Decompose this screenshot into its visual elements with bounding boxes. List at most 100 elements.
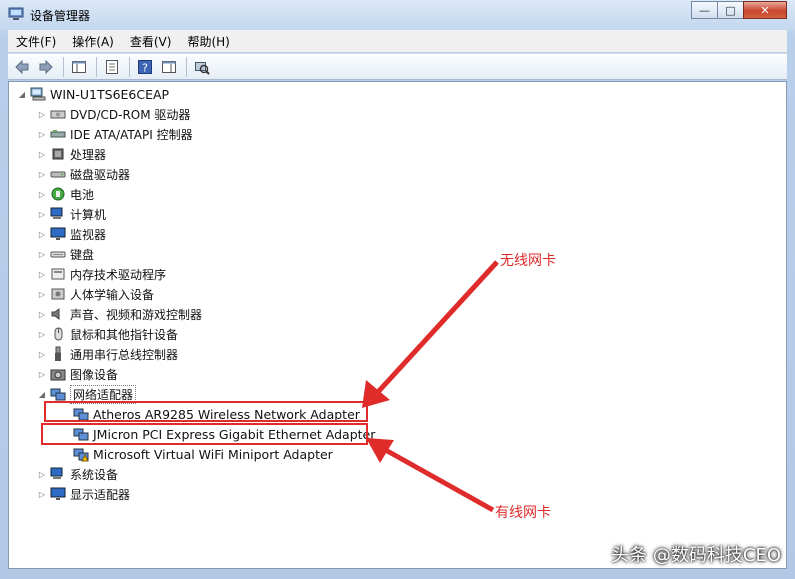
category-label: 电池 — [70, 187, 95, 202]
category-label: 监视器 — [70, 227, 107, 242]
expand-arrow-icon[interactable]: ▷ — [37, 224, 47, 244]
usb-icon — [55, 346, 61, 361]
expand-arrow-icon[interactable]: ▷ — [37, 284, 47, 304]
back-button[interactable] — [12, 57, 32, 77]
forward-button[interactable] — [36, 57, 56, 77]
display-adapter-icon — [50, 487, 66, 500]
toolbar-separator — [129, 56, 130, 77]
device-tree-panel[interactable]: ◢ WIN-U1TS6E6CEAP ▷ DVD/CD-ROM 驱动器 ▷ IDE… — [8, 81, 787, 569]
scan-hardware-button[interactable] — [192, 57, 212, 77]
tree-category[interactable]: ▷ 声音、视频和游戏控制器 — [37, 304, 202, 324]
computer-icon — [50, 207, 63, 219]
category-label: 人体学输入设备 — [70, 287, 155, 302]
title-bar[interactable]: 设备管理器 — □ ✕ — [0, 0, 795, 30]
minimize-button[interactable]: — — [691, 1, 718, 19]
help-icon: ? — [138, 59, 152, 74]
tree-category[interactable]: ▷ 系统设备 — [37, 464, 118, 484]
tree-category[interactable]: ▷ 电池 — [37, 184, 94, 204]
expand-arrow-icon[interactable]: ▷ — [37, 484, 47, 504]
category-label: 磁盘驱动器 — [70, 167, 131, 182]
network-adapter-icon — [50, 388, 66, 401]
tree-category[interactable]: ▷ 计算机 — [37, 204, 106, 224]
expand-arrow-icon[interactable]: ▷ — [37, 364, 47, 384]
tree-category[interactable]: ▷ 内存技术驱动程序 — [37, 264, 166, 284]
category-label: 鼠标和其他指针设备 — [70, 327, 179, 342]
back-icon — [15, 59, 29, 74]
dvd-drive-icon — [50, 110, 66, 119]
processor-icon — [52, 148, 64, 160]
device-manager-window: 设备管理器 — □ ✕ 文件(F) 操作(A) 查看(V) 帮助(H) ? ◢ … — [0, 0, 795, 579]
category-label: 显示适配器 — [70, 487, 131, 502]
memory-tech-icon — [51, 268, 65, 280]
category-label: 处理器 — [70, 147, 107, 162]
expand-arrow-icon[interactable]: ▷ — [37, 104, 47, 124]
expand-arrow-icon[interactable]: ▷ — [37, 204, 47, 224]
expand-arrow-icon[interactable]: ▷ — [37, 324, 47, 344]
tree-category[interactable]: ▷ 监视器 — [37, 224, 106, 244]
device-label: Microsoft Virtual WiFi Miniport Adapter — [93, 446, 333, 462]
tree-category[interactable]: ▷ 键盘 — [37, 244, 94, 264]
category-label: 系统设备 — [70, 467, 119, 482]
mouse-icon — [54, 327, 63, 341]
forward-icon — [39, 59, 53, 74]
system-device-icon — [50, 467, 63, 479]
window-controls: — □ ✕ — [691, 1, 787, 19]
tree-category[interactable]: ▷ 图像设备 — [37, 364, 118, 384]
network-adapter-warning-icon — [73, 448, 89, 462]
menu-action[interactable]: 操作(A) — [64, 33, 122, 50]
tree-category[interactable]: ▷ 鼠标和其他指针设备 — [37, 324, 178, 344]
expand-arrow-icon[interactable]: ▷ — [37, 164, 47, 184]
menu-view[interactable]: 查看(V) — [122, 33, 180, 50]
action-pane-icon — [162, 60, 176, 73]
collapse-arrow-icon[interactable]: ◢ — [17, 84, 27, 104]
device-manager-icon — [8, 7, 24, 20]
disk-drive-icon — [50, 171, 66, 178]
menu-file[interactable]: 文件(F) — [8, 33, 64, 50]
wired-label: 有线网卡 — [495, 505, 551, 521]
expand-arrow-icon[interactable]: ▷ — [37, 264, 47, 284]
maximize-button[interactable]: □ — [717, 1, 744, 19]
tree-root[interactable]: ◢ WIN-U1TS6E6CEAP — [17, 84, 169, 104]
tree-category[interactable]: ▷ 人体学输入设备 — [37, 284, 154, 304]
tree-category[interactable]: ▷ 处理器 — [37, 144, 106, 164]
watermark: 头条 @数码科技CEO — [611, 545, 781, 566]
menu-bar: 文件(F) 操作(A) 查看(V) 帮助(H) — [8, 30, 787, 52]
wireless-label: 无线网卡 — [500, 253, 556, 269]
category-label: 声音、视频和游戏控制器 — [70, 307, 203, 322]
expand-arrow-icon[interactable]: ▷ — [37, 124, 47, 144]
tree-category[interactable]: ▷ 显示适配器 — [37, 484, 130, 504]
close-button[interactable]: ✕ — [743, 1, 787, 19]
toolbar-separator — [63, 56, 64, 77]
network-device-virtual[interactable]: Microsoft Virtual WiFi Miniport Adapter — [73, 444, 333, 464]
expand-arrow-icon[interactable]: ▷ — [37, 144, 47, 164]
tree-category[interactable]: ▷ 磁盘驱动器 — [37, 164, 130, 184]
svg-text:?: ? — [142, 61, 148, 74]
wireless-highlight-box — [44, 401, 368, 422]
category-label: 图像设备 — [70, 367, 119, 382]
imaging-icon — [50, 369, 66, 381]
category-label: DVD/CD-ROM 驱动器 — [70, 107, 191, 122]
keyboard-icon — [50, 251, 66, 258]
monitor-icon — [50, 227, 66, 240]
tree-category[interactable]: ▷ IDE ATA/ATAPI 控制器 — [37, 124, 193, 144]
ide-controller-icon — [50, 130, 66, 138]
category-label: 内存技术驱动程序 — [70, 267, 167, 282]
scan-hardware-icon — [195, 61, 210, 75]
sound-icon — [51, 308, 60, 320]
expand-arrow-icon[interactable]: ▷ — [37, 244, 47, 264]
expand-arrow-icon[interactable]: ▷ — [37, 184, 47, 204]
properties-button[interactable] — [102, 57, 122, 77]
category-label: 通用串行总线控制器 — [70, 347, 179, 362]
menu-help[interactable]: 帮助(H) — [179, 33, 237, 50]
expand-arrow-icon[interactable]: ▷ — [37, 304, 47, 324]
category-label: 计算机 — [70, 207, 107, 222]
action-pane-button[interactable] — [159, 57, 179, 77]
expand-arrow-icon[interactable]: ▷ — [37, 464, 47, 484]
battery-icon — [51, 187, 65, 201]
expand-arrow-icon[interactable]: ▷ — [37, 344, 47, 364]
show-hide-tree-button[interactable] — [69, 57, 89, 77]
tree-category[interactable]: ▷ DVD/CD-ROM 驱动器 — [37, 104, 191, 124]
toolbar-separator — [186, 56, 187, 77]
tree-category[interactable]: ▷ 通用串行总线控制器 — [37, 344, 178, 364]
help-button[interactable]: ? — [135, 57, 155, 77]
